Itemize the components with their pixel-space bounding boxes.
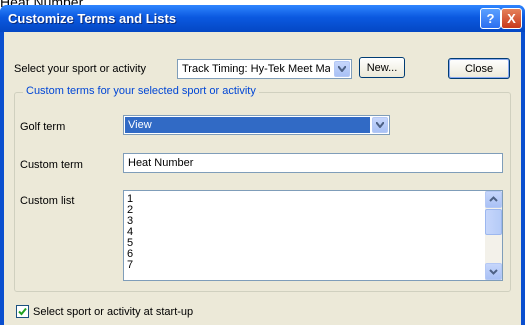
group-title: Custom terms for your selected sport or … <box>23 85 259 97</box>
window-close-button[interactable]: X <box>501 8 522 29</box>
golf-term-select[interactable]: View <box>123 115 390 135</box>
chevron-down-icon <box>489 269 498 275</box>
sport-select-value: Track Timing: Hy-Tek Meet Mana <box>182 63 330 75</box>
title-bar[interactable]: Customize Terms and Lists ? X <box>0 5 525 32</box>
sport-select[interactable]: Track Timing: Hy-Tek Meet Mana <box>177 59 352 79</box>
golf-term-label: Golf term <box>20 121 66 133</box>
list-item[interactable]: 2 <box>124 205 502 216</box>
chevron-down-icon[interactable] <box>334 61 350 77</box>
custom-term-value: Heat Number <box>128 157 194 169</box>
scroll-thumb[interactable] <box>485 209 502 235</box>
chevron-down-icon[interactable] <box>372 117 388 133</box>
custom-list[interactable]: 1234567 <box>123 190 503 281</box>
help-button[interactable]: ? <box>480 8 501 29</box>
close-button[interactable]: Close <box>448 58 510 79</box>
list-item[interactable]: 5 <box>124 238 502 249</box>
startup-checkbox-label: Select sport or activity at start-up <box>33 306 194 318</box>
list-item[interactable]: 1 <box>124 194 502 205</box>
chevron-up-icon <box>489 196 498 202</box>
scroll-up-button[interactable] <box>485 191 502 208</box>
list-item[interactable]: 3 <box>124 216 502 227</box>
sport-label: Select your sport or activity <box>14 63 147 75</box>
checkmark-icon <box>18 307 27 316</box>
scroll-down-button[interactable] <box>485 263 502 280</box>
custom-term-field[interactable]: Heat Number <box>123 153 503 173</box>
custom-list-label: Custom list <box>20 195 75 207</box>
window-title: Customize Terms and Lists <box>8 11 177 26</box>
customize-terms-dialog: Customize Terms and Lists ? X Select you… <box>0 5 525 325</box>
dialog-body: Select your sport or activity Track Timi… <box>4 32 521 325</box>
new-button[interactable]: New... <box>359 57 405 78</box>
golf-term-value: View <box>128 119 152 131</box>
startup-checkbox[interactable] <box>16 305 29 318</box>
list-item[interactable]: 7 <box>124 260 502 271</box>
list-item[interactable]: 6 <box>124 249 502 260</box>
custom-term-label: Custom term <box>20 159 83 171</box>
custom-terms-group: Custom terms for your selected sport or … <box>14 85 511 292</box>
list-item[interactable]: 4 <box>124 227 502 238</box>
custom-list-scrollbar[interactable] <box>485 191 502 280</box>
